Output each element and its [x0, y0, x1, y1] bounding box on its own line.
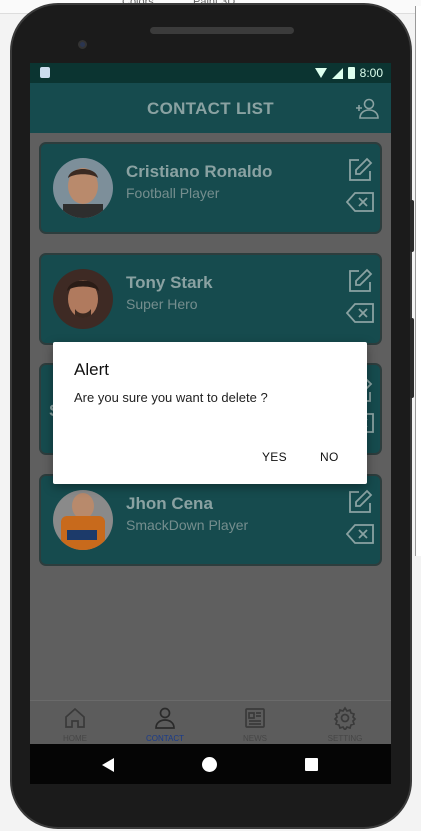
add-user-icon[interactable]: [355, 96, 379, 120]
dialog-message: Are you sure you want to delete ?: [74, 390, 268, 405]
person-icon: [155, 707, 175, 729]
page-title: CONTACT LIST: [147, 99, 274, 118]
nav-item-contact[interactable]: CONTACT: [120, 701, 210, 745]
front-camera: [78, 40, 87, 49]
home-button-icon[interactable]: [202, 757, 217, 772]
bottom-navigation: HOME CONTACT NEWS SETTING: [30, 700, 391, 744]
contact-card[interactable]: Cristiano Ronaldo Football Player: [39, 142, 382, 234]
system-navigation-bar: [30, 744, 391, 784]
delete-icon[interactable]: [346, 192, 374, 212]
delete-icon[interactable]: [346, 524, 374, 544]
app-bar: CONTACT LIST: [30, 83, 391, 133]
nav-item-home[interactable]: HOME: [30, 701, 120, 745]
nav-label-news: NEWS: [243, 734, 267, 743]
delete-icon[interactable]: [346, 303, 374, 323]
gear-icon: [333, 706, 357, 730]
battery-icon: [347, 67, 355, 79]
alert-dialog: Alert Are you sure you want to delete ? …: [53, 342, 367, 484]
nav-item-setting[interactable]: SETTING: [300, 701, 390, 745]
home-icon: [65, 707, 85, 728]
yes-button[interactable]: YES: [260, 450, 289, 464]
nav-label-home: HOME: [63, 734, 87, 743]
avatar: [53, 490, 113, 550]
nav-item-news[interactable]: NEWS: [210, 701, 300, 745]
avatar: [53, 158, 113, 218]
recent-apps-icon[interactable]: [305, 758, 318, 771]
edit-icon[interactable]: [347, 489, 373, 515]
power-button: [410, 318, 414, 398]
nav-label-contact: CONTACT: [145, 734, 185, 743]
wifi-icon: [314, 68, 327, 78]
contact-role: Football Player: [126, 185, 220, 201]
edit-icon[interactable]: [347, 268, 373, 294]
contact-name: Tony Stark: [126, 273, 213, 292]
phone-screen: 8:00 CONTACT LIST Cristiano Ronaldo Foot…: [30, 63, 391, 784]
signal-icon: [331, 67, 343, 79]
nav-label-setting: SETTING: [327, 734, 363, 743]
earpiece-speaker: [150, 27, 294, 34]
news-icon: [245, 708, 265, 728]
edit-icon[interactable]: [347, 157, 373, 183]
sim-icon: [40, 67, 50, 78]
contact-name: Jhon Cena: [126, 494, 213, 513]
back-icon[interactable]: [102, 758, 114, 772]
volume-button: [410, 200, 414, 252]
dialog-title: Alert: [74, 360, 109, 379]
contact-name: Cristiano Ronaldo: [126, 162, 273, 181]
contact-role: Super Hero: [126, 296, 198, 312]
contact-role: SmackDown Player: [126, 517, 249, 533]
status-bar: 8:00: [30, 63, 391, 83]
status-time: 8:00: [359, 66, 383, 80]
no-button[interactable]: NO: [318, 450, 341, 464]
avatar: [53, 269, 113, 329]
contact-card[interactable]: Jhon Cena SmackDown Player: [39, 474, 382, 566]
contact-card[interactable]: Tony Stark Super Hero: [39, 253, 382, 345]
background-window-edge: [415, 6, 421, 556]
